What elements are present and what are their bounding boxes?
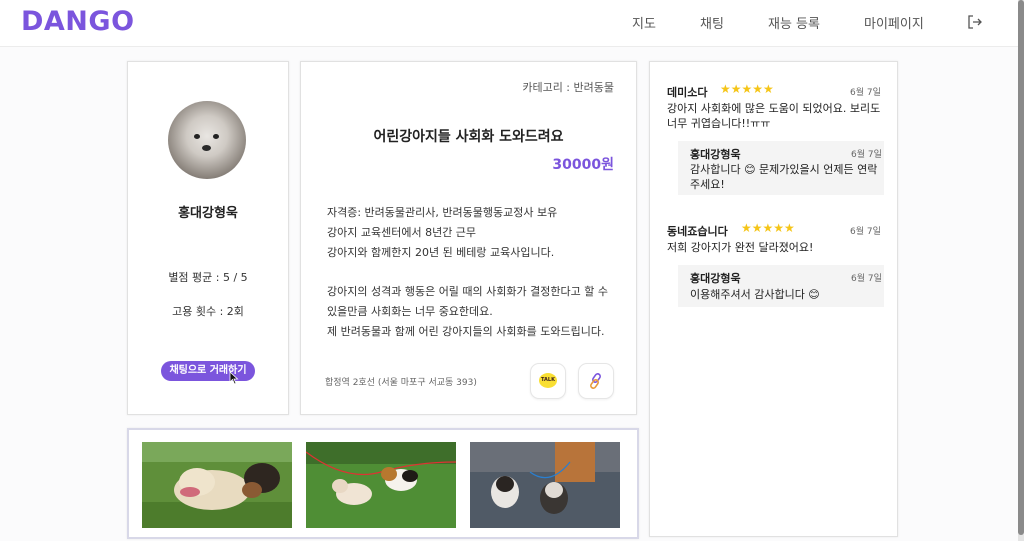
kakao-talk-icon: TALK <box>539 373 557 388</box>
review-text: 강아지 사회화에 많은 도움이 되었어요. 보리도 <box>667 102 881 115</box>
rating-average: 별점 평균 : 5 / 5 <box>168 271 248 284</box>
nav-register-talent[interactable]: 재능 등록 <box>768 13 820 32</box>
reply-text: 감사합니다 😊 문제가있을시 언제든 연락 <box>690 163 878 176</box>
reply-text: 이용해주셔서 감사합니다 😊 <box>690 288 820 301</box>
review-stars: ★★★★★ <box>720 82 774 96</box>
review-author: 동네죠습니다 <box>667 225 728 238</box>
mouse-cursor-icon <box>229 371 239 385</box>
kakao-talk-button[interactable]: TALK <box>530 363 566 399</box>
review-text: 저희 강아지가 완전 달라졌어요! <box>667 241 814 254</box>
review-reply: 홍대강형욱 6월 7일 이용해주셔서 감사합니다 😊 <box>678 265 884 307</box>
review-author: 데미소다 <box>667 86 708 99</box>
post-category: 카테고리 : 반려동물 <box>522 81 614 94</box>
review-reply: 홍대강형욱 6월 7일 감사합니다 😊 문제가있을시 언제든 연락 주세요! <box>678 141 884 195</box>
hire-count: 고용 횟수 : 2회 <box>172 305 244 318</box>
post-desc-line: 강아지 교육센터에서 8년간 근무 <box>327 226 477 239</box>
scrollbar-thumb[interactable] <box>1018 0 1024 535</box>
reply-author: 홍대강형욱 <box>690 272 741 285</box>
post-desc-line: 있을만큼 사회화는 너무 중요한데요. <box>327 305 493 318</box>
post-desc-line: 강아지와 함께한지 20년 된 베테랑 교육사입니다. <box>327 246 555 259</box>
reviews-panel: 데미소다 ★★★★★ 6월 7일 강아지 사회화에 많은 도움이 되었어요. 보… <box>649 61 898 537</box>
gallery-photo[interactable] <box>306 442 456 528</box>
reply-author: 홍대강형욱 <box>690 148 741 161</box>
post-price: 30000원 <box>552 157 614 173</box>
link-icon <box>590 373 601 389</box>
post-address: 합정역 2호선 (서울 마포구 서교동 393) <box>325 378 477 388</box>
post-desc-line: 강아지의 성격과 행동은 어릴 때의 사회화가 결정한다고 할 수 <box>327 285 608 298</box>
review-date: 6월 7일 <box>850 227 881 237</box>
chat-trade-button[interactable]: 채팅으로 거래하기 <box>161 361 255 381</box>
scrollbar[interactable] <box>1018 0 1024 541</box>
share-link-button[interactable] <box>578 363 614 399</box>
gallery-photo[interactable] <box>470 442 620 528</box>
review-date: 6월 7일 <box>850 88 881 98</box>
gallery-photo[interactable] <box>142 442 292 528</box>
review-stars: ★★★★★ <box>741 221 795 235</box>
nav-mypage[interactable]: 마이페이지 <box>864 13 924 32</box>
profile-card: 홍대강형욱 별점 평균 : 5 / 5 고용 횟수 : 2회 채팅으로 거래하기 <box>127 61 289 415</box>
logo[interactable]: DANGO <box>21 6 135 37</box>
post-desc-line: 자격증: 반려동물관리사, 반려동물행동교정사 보유 <box>327 206 558 219</box>
reply-date: 6월 7일 <box>851 150 882 160</box>
post-card: 카테고리 : 반려동물 어린강아지들 사회화 도와드려요 30000원 자격증:… <box>300 61 637 415</box>
nav-map[interactable]: 지도 <box>632 13 656 32</box>
post-desc-line: 제 반려동물과 함께 어린 강아지들의 사회화를 도와드립니다. <box>327 325 605 338</box>
reply-date: 6월 7일 <box>851 274 882 284</box>
profile-name: 홍대강형욱 <box>178 206 238 221</box>
avatar <box>168 101 246 179</box>
review-text: 너무 귀엽습니다!!ㅠㅠ <box>667 117 771 130</box>
reply-text: 주세요! <box>690 178 725 191</box>
photo-gallery <box>127 428 639 539</box>
logout-icon[interactable] <box>967 14 983 30</box>
post-title: 어린강아지들 사회화 도와드려요 <box>373 129 564 145</box>
top-nav-bar: DANGO 지도 채팅 재능 등록 마이페이지 <box>0 0 1018 47</box>
nav-chat[interactable]: 채팅 <box>700 13 724 32</box>
